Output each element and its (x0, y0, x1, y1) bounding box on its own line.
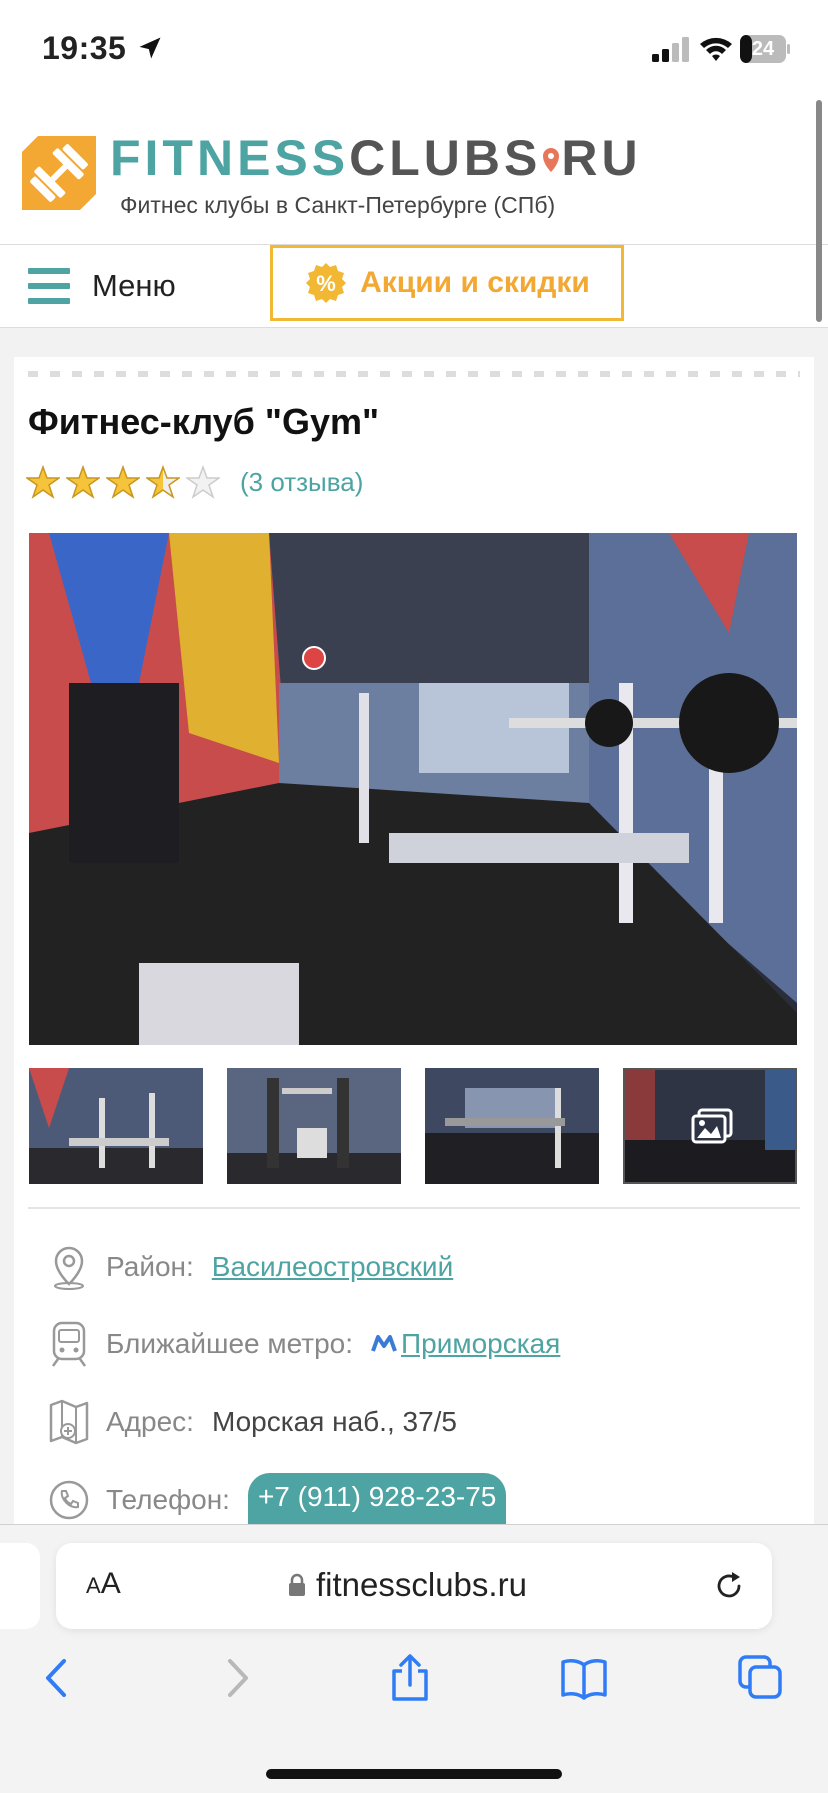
dashed-divider (28, 371, 800, 377)
district-label: Район: (106, 1251, 194, 1282)
hamburger-icon (28, 268, 70, 304)
tabs-icon[interactable] (736, 1653, 784, 1703)
metro-row: Ближайшее метро: Приморская (48, 1319, 560, 1369)
site-header: FITNESSCLUBS RU Фитнес клубы в Санкт-Пете… (0, 96, 828, 245)
star-empty-icon (186, 465, 220, 499)
map-icon (49, 1399, 89, 1445)
lock-icon (289, 1573, 305, 1596)
train-icon (51, 1321, 87, 1367)
logo-dumbbell-icon[interactable] (22, 136, 96, 210)
section-divider (28, 1207, 800, 1209)
club-title: Фитнес-клуб "Gym" (28, 401, 380, 442)
address-value: Морская наб., 37/5 (211, 1406, 458, 1437)
address-row: Адрес: Морская наб., 37/5 (48, 1397, 457, 1447)
wifi-icon (700, 37, 732, 61)
star-full-icon (106, 465, 140, 499)
battery-indicator: 24 (740, 35, 790, 63)
forward-icon[interactable] (212, 1653, 260, 1703)
location-arrow-icon (139, 37, 161, 59)
address-bar[interactable]: AA fitnessclubs.ru (56, 1543, 772, 1629)
logo-part-fitness: FITNESS (110, 130, 350, 186)
page-scrollbar[interactable] (816, 100, 822, 322)
cellular-signal-icon (652, 37, 689, 62)
home-indicator[interactable] (266, 1769, 562, 1779)
share-icon[interactable] (386, 1653, 434, 1703)
svg-text:%: % (316, 271, 336, 296)
logo-wordmark[interactable]: FITNESSCLUBS RU (110, 132, 642, 184)
location-pin-icon (54, 1246, 84, 1290)
url-text: fitnessclubs.ru (316, 1566, 527, 1603)
district-link[interactable]: Василеостровский (212, 1251, 453, 1283)
status-time: 19:35 (42, 30, 127, 66)
reader-settings-button[interactable]: AA (86, 1567, 121, 1601)
status-bar: 19:35 24 (0, 0, 828, 96)
menu-button[interactable]: Меню (28, 263, 176, 309)
bookmarks-icon[interactable] (560, 1653, 608, 1703)
logo-part-clubs: CLUBS (349, 130, 542, 186)
phone-icon (49, 1480, 89, 1520)
menu-label: Меню (92, 268, 176, 303)
percent-badge-icon: % (306, 263, 347, 303)
thumbnail-gallery-more[interactable] (623, 1068, 797, 1184)
promotions-button[interactable]: % Акции и скидки (270, 245, 624, 321)
site-subtitle: Фитнес клубы в Санкт-Петербурге (СПб) (120, 192, 556, 218)
map-pin-icon (543, 147, 560, 172)
back-icon[interactable] (34, 1653, 82, 1703)
rating-stars (26, 465, 226, 499)
phone-button[interactable]: +7 (911) 928-23-75 (247, 1473, 507, 1527)
thumbnail-2[interactable] (227, 1068, 401, 1184)
star-full-icon (26, 465, 60, 499)
reload-icon[interactable] (712, 1569, 746, 1603)
thumbnail-3[interactable] (425, 1068, 599, 1184)
phone-row: Телефон: +7 (911) 928-23-75 (48, 1473, 507, 1527)
address-label: Адрес: (106, 1406, 194, 1437)
reviews-link[interactable]: (3 отзыва) (240, 467, 363, 498)
phone-label: Телефон: (106, 1484, 230, 1515)
gallery-icon (691, 1108, 733, 1144)
promotions-label: Акции и скидки (360, 266, 590, 299)
previous-tab-preview[interactable] (0, 1543, 40, 1629)
url-display[interactable]: fitnessclubs.ru (288, 1565, 527, 1605)
main-gym-photo[interactable] (29, 533, 797, 1045)
metro-logo-icon (371, 1335, 397, 1352)
battery-level: 24 (751, 38, 775, 60)
metro-label: Ближайшее метро: (106, 1328, 354, 1359)
club-card: Фитнес-клуб "Gym" (3 отзыва) Район: Васи… (14, 357, 814, 1537)
metro-link[interactable]: Приморская (401, 1328, 560, 1360)
district-row: Район: Василеостровский (48, 1242, 453, 1292)
star-half-icon (146, 465, 180, 499)
star-full-icon (66, 465, 100, 499)
logo-part-ru: RU (561, 130, 642, 186)
nav-bar: Меню % Акции и скидки (0, 245, 828, 328)
browser-toolbar: AA fitnessclubs.ru (0, 1524, 828, 1793)
photo-thumbnails (29, 1068, 815, 1188)
thumbnail-1[interactable] (29, 1068, 203, 1184)
